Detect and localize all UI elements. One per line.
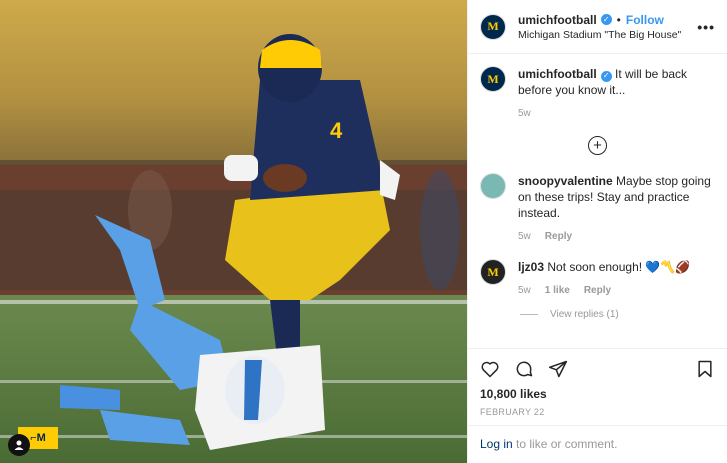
- likes-count[interactable]: 10,800 likes: [480, 387, 715, 401]
- login-prompt: to like or comment.: [512, 437, 618, 451]
- comments-section: M umichfootball ✓ It will be back before …: [468, 54, 727, 344]
- post-date: FEBRUARY 22: [480, 407, 545, 417]
- comment-likes[interactable]: 1 like: [545, 285, 570, 296]
- share-icon[interactable]: [548, 359, 568, 379]
- caption: M umichfootball ✓ It will be back before …: [480, 66, 715, 122]
- comment-username[interactable]: ljz03: [518, 260, 544, 274]
- reply-button[interactable]: Reply: [584, 285, 611, 296]
- follow-button[interactable]: Follow: [626, 13, 664, 27]
- post-header: M umichfootball ✓ • Follow Michigan Stad…: [468, 0, 727, 54]
- view-replies-button[interactable]: View replies (1): [520, 309, 715, 320]
- comment-time: 5w: [518, 231, 531, 242]
- reply-button[interactable]: Reply: [545, 231, 572, 242]
- caption-username[interactable]: umichfootball: [518, 67, 597, 81]
- comment-icon[interactable]: [514, 359, 534, 379]
- comment-item: snoopyvalentine Maybe stop going on thes…: [480, 173, 715, 245]
- avatar[interactable]: M: [480, 13, 506, 40]
- comment-username[interactable]: snoopyvalentine: [518, 174, 613, 188]
- plus-icon: +: [588, 136, 607, 155]
- comment-text: Not soon enough! 💙〽️🏈: [544, 260, 691, 274]
- post-photo[interactable]: 4 ⌐M: [0, 0, 467, 463]
- caption-time: 5w: [518, 108, 531, 119]
- comment-time: 5w: [518, 285, 531, 296]
- username-link[interactable]: umichfootball: [518, 13, 597, 27]
- avatar[interactable]: [480, 173, 506, 199]
- post-sidebar: M umichfootball ✓ • Follow Michigan Stad…: [467, 0, 727, 463]
- separator-dot: •: [616, 12, 621, 27]
- verified-badge-icon: ✓: [600, 70, 612, 82]
- verified-badge-icon: ✓: [600, 14, 612, 25]
- post-actions: 10,800 likes FEBRUARY 22: [468, 348, 727, 417]
- location-link[interactable]: Michigan Stadium "The Big House": [518, 29, 697, 41]
- save-icon[interactable]: [695, 359, 715, 379]
- heart-icon[interactable]: [480, 359, 500, 379]
- football-photo: 4: [0, 0, 467, 463]
- more-options-icon[interactable]: •••: [697, 19, 715, 35]
- avatar[interactable]: M: [480, 259, 506, 285]
- comment-item: M ljz03 Not soon enough! 💙〽️🏈 5w 1 like Re…: [480, 259, 715, 299]
- jersey-number: 4: [330, 118, 343, 143]
- tagged-users-icon[interactable]: [8, 434, 30, 456]
- avatar[interactable]: M: [480, 66, 506, 92]
- login-bar: Log in to like or comment.: [468, 425, 727, 462]
- load-more-comments-button[interactable]: +: [480, 136, 715, 155]
- login-link[interactable]: Log in: [480, 437, 513, 451]
